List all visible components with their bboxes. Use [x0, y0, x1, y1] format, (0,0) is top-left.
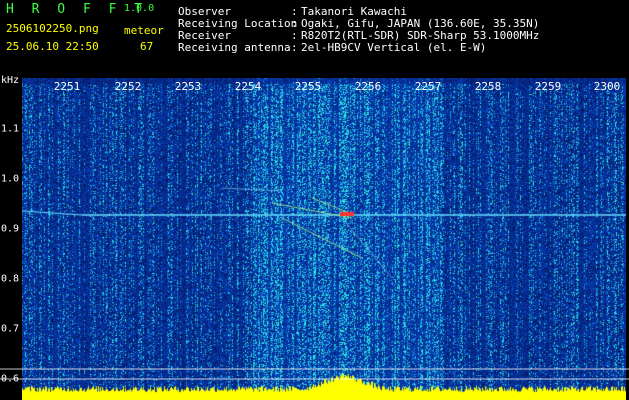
time-tick-label: 2256 — [354, 80, 382, 93]
frequency-unit-label: kHz — [1, 75, 20, 86]
time-tick-label: 2258 — [474, 80, 502, 93]
detection-type-label: meteor — [124, 24, 164, 37]
frequency-tick-label: 0.6 — [1, 373, 20, 385]
info-value-antenna: 2el-HB9CV Vertical (el. E-W) — [301, 41, 487, 54]
info-colon: : — [291, 29, 298, 42]
detection-count: 67 — [140, 40, 154, 53]
time-tick-label: 2251 — [53, 80, 81, 93]
info-label-antenna: Receiving antenna — [178, 41, 291, 54]
spectrogram-plot — [22, 78, 626, 400]
info-colon: : — [291, 5, 298, 18]
frequency-tick-label: 0.9 — [1, 223, 20, 235]
time-tick-label: 2254 — [234, 80, 262, 93]
frequency-tick-label: 1.0 — [1, 173, 20, 185]
frequency-tick-label: 0.7 — [1, 323, 20, 335]
image-filename: 2506102250.png — [6, 22, 99, 35]
frequency-tick-label: 0.8 — [1, 273, 20, 285]
info-colon: : — [291, 17, 298, 30]
time-tick-label: 2257 — [414, 80, 442, 93]
info-label-receiver: Receiver — [178, 29, 231, 42]
frequency-tick-label: 1.1 — [1, 123, 20, 135]
time-tick-label: 2259 — [534, 80, 562, 93]
time-tick-label: 2255 — [294, 80, 322, 93]
info-value-receiver: R820T2(RTL-SDR) SDR-Sharp 53.1000MHz — [301, 29, 540, 42]
info-label-observer: Observer — [178, 5, 231, 18]
time-tick-label: 2300 — [593, 80, 621, 93]
info-value-observer: Takanori Kawachi — [301, 5, 407, 18]
info-colon: : — [291, 41, 298, 54]
info-value-location: Ogaki, Gifu, JAPAN (136.60E, 35.35N) — [301, 17, 540, 30]
time-tick-label: 2253 — [174, 80, 202, 93]
hrofft-window: H R O F F T 1.0.0 2506102250.png meteor … — [0, 0, 629, 400]
observation-datetime: 25.06.10 22:50 — [6, 40, 99, 53]
info-label-location: Receiving Location — [178, 17, 298, 30]
time-tick-label: 2252 — [114, 80, 142, 93]
app-version: 1.0.0 — [124, 3, 155, 14]
